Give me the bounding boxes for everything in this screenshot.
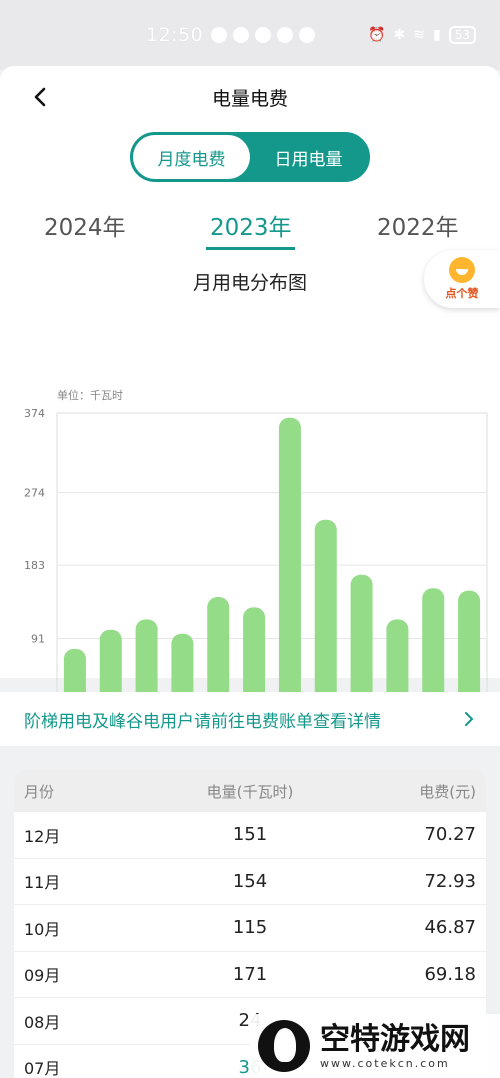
cell-month: 07月: [24, 1059, 61, 1078]
chart-bar: [278, 417, 301, 711]
tier-pricing-banner[interactable]: 阶梯用电及峰谷电用户请前往电费账单查看详情: [0, 692, 500, 746]
watermark-name: 空特游戏网: [320, 1021, 470, 1057]
cell-fee: 46.87: [424, 917, 476, 939]
battery-icon: 53: [448, 26, 476, 44]
view-toggle: 月度电费 日用电量: [130, 132, 370, 182]
cell-kwh: 171: [232, 963, 268, 985]
cell-fee: 69.18: [424, 963, 476, 985]
table-row: 10月 115 46.87: [14, 905, 486, 952]
banner-text: 阶梯用电及峰谷电用户请前往电费账单查看详情: [24, 711, 381, 732]
app-notification-icon: [233, 27, 250, 43]
y-tick-label: 274: [24, 487, 45, 500]
smiley-icon: [449, 257, 475, 283]
page-title: 电量电费: [211, 87, 288, 110]
cell-month: 12月: [24, 826, 61, 846]
table-row: 11月 154 72.93: [14, 859, 486, 905]
system-icons: ⏰ ✱ ≋ ▮ 53: [368, 26, 476, 44]
signal-icon: ▮: [433, 27, 441, 43]
cell-fee: 70.27: [424, 824, 476, 846]
chart-bar: [314, 519, 337, 711]
app-notification-icon: [211, 27, 228, 43]
alarm-icon: ⏰: [368, 27, 386, 43]
watermark-text: 空特游戏网 www.cotekcn.com: [320, 1021, 470, 1070]
cell-month: 11月: [24, 873, 61, 893]
year-tab-2023[interactable]: 2023年: [210, 208, 292, 242]
header-month: 月份: [24, 782, 55, 801]
wifi-icon: ≋: [413, 27, 425, 43]
like-button[interactable]: 点个赞: [424, 250, 500, 308]
chart-bar: [350, 574, 373, 711]
watermark-logo-icon: [258, 1020, 310, 1072]
notification-icons: [211, 27, 316, 43]
watermark-domain: www.cotekcn.com: [320, 1056, 450, 1070]
app-notification-icon: [299, 27, 316, 43]
year-tab-2024[interactable]: 2024年: [44, 208, 126, 242]
cell-month: 08月: [24, 1012, 61, 1032]
cell-kwh: 151: [232, 824, 268, 846]
year-selector: 2024年 2023年 2022年: [0, 208, 500, 250]
nav-bar: 电量电费: [0, 66, 500, 128]
y-tick-label: 91: [31, 632, 45, 645]
year-active-indicator: [206, 247, 295, 250]
cell-month: 10月: [24, 919, 61, 939]
cell-kwh: 154: [232, 870, 268, 892]
app-notification-icon: [255, 27, 272, 43]
year-tab-2022[interactable]: 2022年: [377, 208, 459, 242]
chevron-right-icon: [465, 712, 474, 726]
site-watermark: 空特游戏网 www.cotekcn.com: [250, 1014, 500, 1078]
bluetooth-icon: ✱: [393, 27, 406, 43]
monthly-usage-bar-chart: 单位：千瓦时3742741839101月2月3月4月5月6月7月8月9月10月1…: [24, 388, 488, 730]
table-header: 月份 电量(千瓦时) 电费(元): [14, 770, 486, 812]
status-bar: 12:50 ⏰ ✱ ≋ ▮ 53: [0, 0, 500, 70]
header-fee: 电费(元): [419, 782, 476, 801]
chart-unit-label: 单位：千瓦时: [57, 388, 123, 402]
y-tick-label: 374: [24, 407, 45, 420]
table-row: 12月 151 70.27: [14, 812, 486, 859]
chart-card: 电量电费 月度电费 日用电量 2024年 2023年 2022年 月用电分布图 …: [0, 66, 500, 730]
tab-monthly-fee[interactable]: 月度电费: [133, 135, 250, 179]
y-tick-label: 183: [24, 559, 45, 572]
cell-month: 09月: [24, 966, 61, 986]
tab-daily-usage[interactable]: 日用电量: [250, 135, 367, 179]
cell-kwh: 115: [232, 917, 268, 939]
like-label: 点个赞: [445, 287, 479, 300]
app-notification-icon: [277, 27, 294, 43]
cell-fee: 72.93: [424, 870, 476, 892]
header-kwh: 电量(千瓦时): [206, 782, 294, 801]
back-arrow-icon[interactable]: [30, 86, 52, 108]
status-time: 12:50: [146, 24, 204, 46]
table-row: 09月 171 69.18: [14, 952, 486, 998]
